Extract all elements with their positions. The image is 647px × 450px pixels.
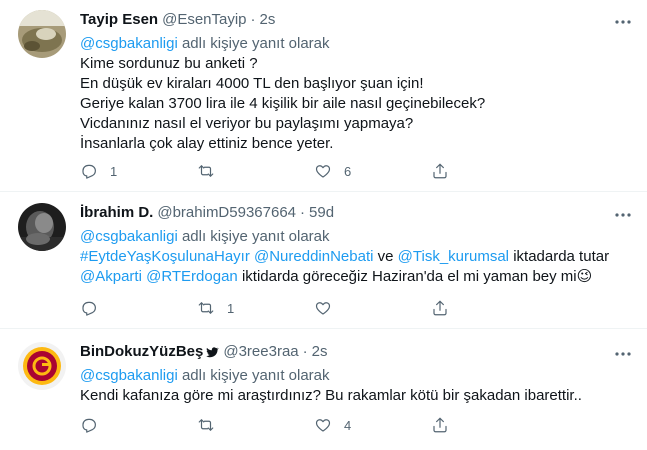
tweet[interactable]: İbrahim D. @brahimD59367664 · 59d @csgba… xyxy=(0,193,647,329)
share-button[interactable] xyxy=(431,161,548,181)
timestamp[interactable]: 59d xyxy=(309,203,334,223)
tweet-header: İbrahim D. @brahimD59367664 · 59d xyxy=(80,203,635,223)
mention[interactable]: @Akparti xyxy=(80,268,142,285)
reply-icon xyxy=(82,164,96,179)
separator-dot: · xyxy=(300,204,306,221)
display-name[interactable]: İbrahim D. xyxy=(80,203,153,223)
timestamp[interactable]: 2s xyxy=(312,342,328,362)
share-icon xyxy=(433,300,447,316)
like-button[interactable]: 6 xyxy=(314,161,431,181)
like-count: 6 xyxy=(344,163,352,179)
share-icon xyxy=(433,163,447,179)
avatar[interactable] xyxy=(18,203,66,251)
retweet-button[interactable] xyxy=(197,415,314,435)
bird-icon xyxy=(206,347,220,358)
text-fragment: iktadarda tutar xyxy=(513,248,610,265)
like-icon xyxy=(315,419,331,432)
reply-count: 1 xyxy=(110,163,118,179)
tweet-text-line: Kime sordunuz bu anketi ? xyxy=(80,55,258,72)
retweet-count: 1 xyxy=(227,300,235,316)
tweet-text-line: #EytdeYaşKoşulunaHayır @NureddinNebati v… xyxy=(80,247,635,267)
retweet-icon xyxy=(198,302,214,314)
tweet[interactable]: BinDokuzYüzBeş @3ree3raa · 2s @csgbakanl… xyxy=(0,330,647,450)
like-button[interactable] xyxy=(314,298,431,318)
tweet-text: Kime sordunuz bu anketi ? En düşük ev ki… xyxy=(80,54,635,154)
avatar[interactable] xyxy=(18,342,66,390)
text-fragment: iktidarda göreceğiz Haziran'da el mi yam… xyxy=(241,268,577,285)
tweet[interactable]: Tayip Esen @EsenTayip · 2s @csgbakanligi… xyxy=(0,0,647,192)
tweet-text: Kendi kafanıza göre mi araştırdınız? Bu … xyxy=(80,386,635,406)
tweet-actions: 1 xyxy=(80,298,550,318)
tweet-header: Tayip Esen @EsenTayip · 2s xyxy=(80,10,635,30)
tweet-text-line: @Akparti @RTErdogan iktidarda göreceğiz … xyxy=(80,267,635,287)
reply-to-mention[interactable]: @csgbakanligi xyxy=(80,228,178,245)
tweet-actions: 1 6 xyxy=(80,161,550,181)
share-button[interactable] xyxy=(431,298,548,318)
reply-context: @csgbakanligi adlı kişiye yanıt olarak xyxy=(80,227,635,247)
reply-context: @csgbakanligi adlı kişiye yanıt olarak xyxy=(80,366,635,386)
mention[interactable]: @RTErdogan xyxy=(146,268,238,285)
mention[interactable]: @Tisk_kurumsal xyxy=(398,248,509,265)
reply-button[interactable]: 1 xyxy=(80,161,197,181)
share-icon xyxy=(433,417,447,433)
more-icon[interactable] xyxy=(613,12,633,32)
tweet-header: BinDokuzYüzBeş @3ree3raa · 2s xyxy=(80,342,635,362)
retweet-icon xyxy=(198,165,214,177)
retweet-icon xyxy=(198,419,214,431)
display-name[interactable]: BinDokuzYüzBeş xyxy=(80,342,203,362)
like-count: 4 xyxy=(344,417,352,433)
like-button[interactable]: 4 xyxy=(314,415,431,435)
tweet-text-line: Kendi kafanıza göre mi araştırdınız? Bu … xyxy=(80,387,582,404)
reply-to-label: adlı kişiye yanıt olarak xyxy=(181,35,330,52)
share-button[interactable] xyxy=(431,415,548,435)
mention[interactable]: @NureddinNebati xyxy=(254,248,373,265)
like-icon xyxy=(315,302,331,315)
more-icon[interactable] xyxy=(613,205,633,225)
reply-button[interactable] xyxy=(80,415,197,435)
hashtag[interactable]: #EytdeYaşKoşulunaHayır xyxy=(80,248,250,265)
tweet-actions: 4 xyxy=(80,415,550,435)
display-name[interactable]: Tayip Esen xyxy=(80,10,158,30)
separator-dot: · xyxy=(250,11,256,28)
user-handle[interactable]: @brahimD59367664 xyxy=(157,203,296,223)
retweet-button[interactable]: 1 xyxy=(197,298,314,318)
reply-button[interactable] xyxy=(80,298,197,318)
reply-to-label: adlı kişiye yanıt olarak xyxy=(181,228,330,245)
tweet-text: #EytdeYaşKoşulunaHayır @NureddinNebati v… xyxy=(80,247,635,287)
user-handle[interactable]: @EsenTayip xyxy=(162,10,246,30)
timestamp[interactable]: 2s xyxy=(260,10,276,30)
reply-context: @csgbakanligi adlı kişiye yanıt olarak xyxy=(80,34,635,54)
reply-icon xyxy=(82,418,96,433)
wink-emoji-icon: 😉 xyxy=(576,268,593,285)
user-handle[interactable]: @3ree3raa xyxy=(223,342,298,362)
separator-dot: · xyxy=(302,343,308,360)
reply-to-mention[interactable]: @csgbakanligi xyxy=(80,367,178,384)
tweet-text-line: İnsanlarla çok alay ettiniz bence yeter. xyxy=(80,135,334,152)
tweet-text-line: En düşük ev kiraları 4000 TL den başlıyo… xyxy=(80,75,424,92)
more-icon[interactable] xyxy=(613,344,633,364)
tweet-text-line: Geriye kalan 3700 lira ile 4 kişilik bir… xyxy=(80,95,486,112)
tweet-text-line: Vicdanınız nasıl el veriyor bu paylaşımı… xyxy=(80,115,414,132)
reply-to-label: adlı kişiye yanıt olarak xyxy=(181,367,330,384)
retweet-button[interactable] xyxy=(197,161,314,181)
reply-icon xyxy=(82,301,96,316)
avatar[interactable] xyxy=(18,10,66,58)
like-icon xyxy=(315,165,331,178)
reply-to-mention[interactable]: @csgbakanligi xyxy=(80,35,178,52)
text-fragment: ve xyxy=(377,248,394,265)
